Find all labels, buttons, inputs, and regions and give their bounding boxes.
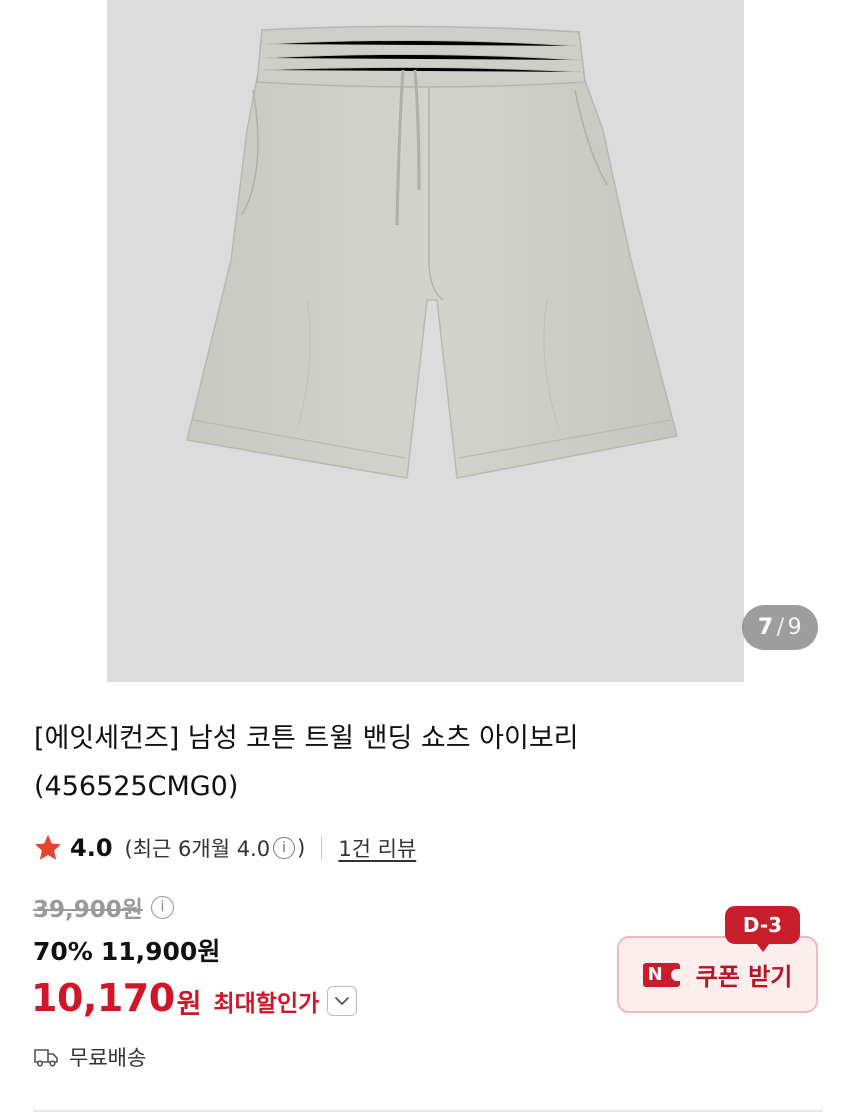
recent-rating-prefix: (최근 6개월 4.0 bbox=[124, 837, 271, 861]
shipping-row: 무료배송 bbox=[33, 1040, 146, 1074]
chevron-down-icon bbox=[335, 997, 350, 1005]
price-info-icon[interactable]: i bbox=[150, 895, 174, 919]
coupon-download-button[interactable]: N 쿠폰 받기 bbox=[617, 936, 818, 1013]
section-divider bbox=[33, 1110, 823, 1112]
sale-price: 11,900원 bbox=[100, 937, 221, 966]
naver-n-icon: N bbox=[642, 962, 680, 987]
original-price-row: 39,900원 i bbox=[33, 890, 176, 924]
original-price: 39,900원 bbox=[33, 897, 143, 923]
product-photo[interactable] bbox=[107, 0, 744, 682]
sale-price-row: 70% 11,900원 bbox=[33, 932, 220, 968]
product-title-line2: (456525CMG0) bbox=[34, 771, 239, 802]
rating-divider bbox=[321, 836, 323, 860]
recent-rating-suffix: ) bbox=[297, 836, 306, 860]
product-image-gallery[interactable]: 7 / 9 bbox=[0, 0, 850, 682]
rating-row: 4.0 (최근 6개월 4.0 i ) 1건 리뷰 bbox=[32, 829, 416, 867]
coupon-dday-badge: D-3 bbox=[725, 906, 800, 952]
product-title-line1: [에잇세컨즈] 남성 코튼 트윌 밴딩 쇼츠 아이보리 bbox=[34, 723, 579, 754]
truck-icon bbox=[34, 1049, 58, 1067]
image-pager: 7 / 9 bbox=[742, 605, 818, 650]
pager-total: 9 bbox=[787, 615, 803, 640]
max-discount-price: 10,170 bbox=[31, 976, 175, 1020]
recent-rating: (최근 6개월 4.0 i ) bbox=[125, 833, 306, 863]
pager-current: 7 bbox=[757, 615, 774, 640]
info-icon[interactable]: i bbox=[273, 837, 296, 859]
max-discount-label: 최대할인가 bbox=[213, 991, 320, 1017]
shorts-illustration bbox=[186, 25, 678, 479]
max-discount-unit: 원 bbox=[176, 988, 202, 1020]
shipping-label: 무료배송 bbox=[69, 1046, 147, 1070]
review-count-link[interactable]: 1건 리뷰 bbox=[338, 833, 416, 863]
max-discount-expand-button[interactable] bbox=[327, 986, 358, 1016]
rating-score: 4.0 bbox=[70, 834, 113, 862]
discount-percent: 70% bbox=[33, 937, 93, 966]
pager-separator: / bbox=[776, 615, 785, 640]
max-discount-row: 10,170 원 최대할인가 bbox=[31, 971, 358, 1025]
coupon-label: 쿠폰 받기 bbox=[695, 963, 793, 991]
star-icon bbox=[34, 834, 62, 860]
product-title: [에잇세컨즈] 남성 코튼 트윌 밴딩 쇼츠 아이보리 (456525CMG0) bbox=[34, 715, 794, 811]
